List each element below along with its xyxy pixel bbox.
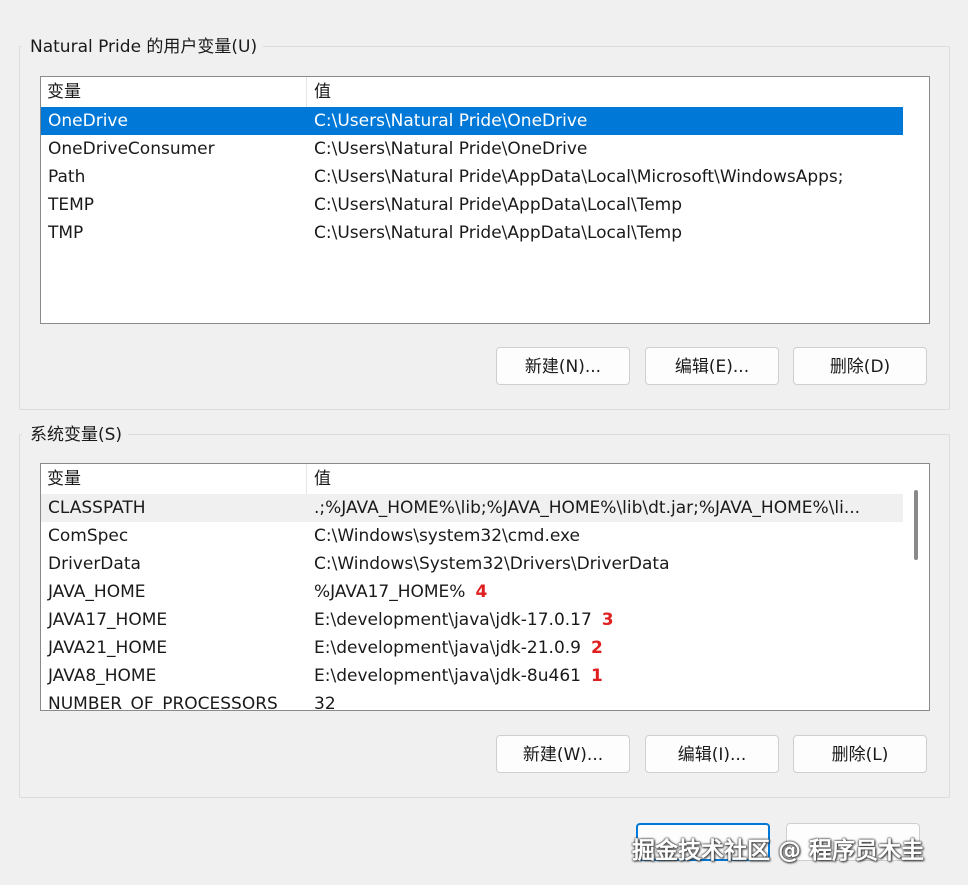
- table-row[interactable]: TEMP C:\Users\Natural Pride\AppData\Loca…: [41, 191, 903, 219]
- user-variables-list[interactable]: 变量 值 OneDrive C:\Users\Natural Pride\One…: [40, 76, 930, 324]
- variable-value: %JAVA17_HOME% 4: [314, 578, 898, 606]
- table-row[interactable]: OneDriveConsumer C:\Users\Natural Pride\…: [41, 135, 903, 163]
- user-variables-title: Natural Pride 的用户变量(U): [22, 35, 264, 59]
- value-text: %JAVA17_HOME%: [314, 582, 466, 602]
- system-delete-button[interactable]: 删除(L): [793, 735, 927, 773]
- variable-value: C:\Users\Natural Pride\OneDrive: [314, 139, 588, 159]
- variable-value: E:\development\java\jdk-21.0.9 2: [314, 634, 898, 662]
- variable-name: CLASSPATH: [48, 498, 146, 518]
- variable-value: C:\Users\Natural Pride\AppData\Local\Mic…: [314, 167, 844, 187]
- table-row[interactable]: Path C:\Users\Natural Pride\AppData\Loca…: [41, 163, 903, 191]
- system-variables-group: 系统变量(S) 变量 值 CLASSPATH .;%JAVA_HOME%\lib…: [19, 423, 950, 798]
- user-new-button[interactable]: 新建(N)...: [496, 347, 630, 385]
- variable-value: C:\Windows\system32\cmd.exe: [314, 526, 581, 546]
- column-divider[interactable]: [306, 464, 307, 494]
- column-divider[interactable]: [306, 77, 307, 107]
- column-header-value[interactable]: 值: [314, 464, 331, 494]
- table-row[interactable]: JAVA_HOME %JAVA17_HOME% 4: [41, 578, 903, 606]
- variable-value: C:\Windows\System32\Drivers\DriverData: [314, 554, 670, 574]
- scrollbar-thumb[interactable]: [914, 490, 918, 560]
- variable-value: E:\development\java\jdk-8u461 1: [314, 662, 898, 690]
- variable-name: JAVA_HOME: [48, 582, 146, 602]
- vertical-scrollbar[interactable]: [903, 464, 929, 710]
- variable-name: Path: [48, 167, 86, 187]
- variable-name: NUMBER_OF_PROCESSORS: [48, 694, 278, 711]
- variable-name: OneDriveConsumer: [48, 139, 215, 159]
- annotation-number: 4: [475, 582, 488, 602]
- variable-name: ComSpec: [48, 526, 129, 546]
- table-row[interactable]: DriverData C:\Windows\System32\Drivers\D…: [41, 550, 903, 578]
- list-header: 变量 值: [41, 464, 903, 494]
- table-row[interactable]: CLASSPATH .;%JAVA_HOME%\lib;%JAVA_HOME%\…: [41, 494, 903, 522]
- table-row[interactable]: ComSpec C:\Windows\system32\cmd.exe: [41, 522, 903, 550]
- value-text: E:\development\java\jdk-21.0.9: [314, 638, 581, 658]
- table-row[interactable]: JAVA8_HOME E:\development\java\jdk-8u461…: [41, 662, 903, 690]
- variable-value: .;%JAVA_HOME%\lib;%JAVA_HOME%\lib\dt.jar…: [314, 498, 861, 518]
- table-row[interactable]: JAVA17_HOME E:\development\java\jdk-17.0…: [41, 606, 903, 634]
- table-row[interactable]: TMP C:\Users\Natural Pride\AppData\Local…: [41, 219, 903, 247]
- variable-name: JAVA21_HOME: [48, 638, 168, 658]
- variable-value: C:\Users\Natural Pride\AppData\Local\Tem…: [314, 223, 683, 243]
- user-edit-button[interactable]: 编辑(E)...: [645, 347, 779, 385]
- column-header-name[interactable]: 变量: [47, 464, 81, 494]
- value-text: E:\development\java\jdk-17.0.17: [314, 610, 592, 630]
- annotation-number: 1: [590, 666, 603, 686]
- variable-name: JAVA17_HOME: [48, 610, 168, 630]
- variable-value: C:\Users\Natural Pride\OneDrive: [314, 111, 588, 131]
- list-header: 变量 值: [41, 77, 929, 107]
- variable-name: DriverData: [48, 554, 141, 574]
- column-header-value[interactable]: 值: [314, 77, 331, 107]
- system-variables-title: 系统变量(S): [22, 423, 129, 447]
- variable-name: TMP: [48, 223, 84, 243]
- variable-name: TEMP: [48, 195, 95, 215]
- system-variables-list[interactable]: 变量 值 CLASSPATH .;%JAVA_HOME%\lib;%JAVA_H…: [40, 463, 930, 711]
- watermark: 掘金技术社区 @ 程序员木圭: [632, 838, 925, 864]
- system-edit-button[interactable]: 编辑(I)...: [645, 735, 779, 773]
- column-header-name[interactable]: 变量: [47, 77, 81, 107]
- annotation-number: 3: [601, 610, 614, 630]
- table-row[interactable]: NUMBER_OF_PROCESSORS 32: [41, 690, 903, 711]
- variable-value: 32: [314, 694, 336, 711]
- value-text: E:\development\java\jdk-8u461: [314, 666, 581, 686]
- table-row[interactable]: OneDrive C:\Users\Natural Pride\OneDrive: [41, 107, 903, 135]
- table-row[interactable]: JAVA21_HOME E:\development\java\jdk-21.0…: [41, 634, 903, 662]
- user-variables-group: Natural Pride 的用户变量(U) 变量 值 OneDrive C:\…: [19, 35, 950, 410]
- system-new-button[interactable]: 新建(W)...: [496, 735, 630, 773]
- variable-value: E:\development\java\jdk-17.0.17 3: [314, 606, 898, 634]
- variable-value: C:\Users\Natural Pride\AppData\Local\Tem…: [314, 195, 683, 215]
- annotation-number: 2: [590, 638, 603, 658]
- variable-name: JAVA8_HOME: [48, 666, 157, 686]
- user-delete-button[interactable]: 删除(D): [793, 347, 927, 385]
- variable-name: OneDrive: [48, 111, 128, 131]
